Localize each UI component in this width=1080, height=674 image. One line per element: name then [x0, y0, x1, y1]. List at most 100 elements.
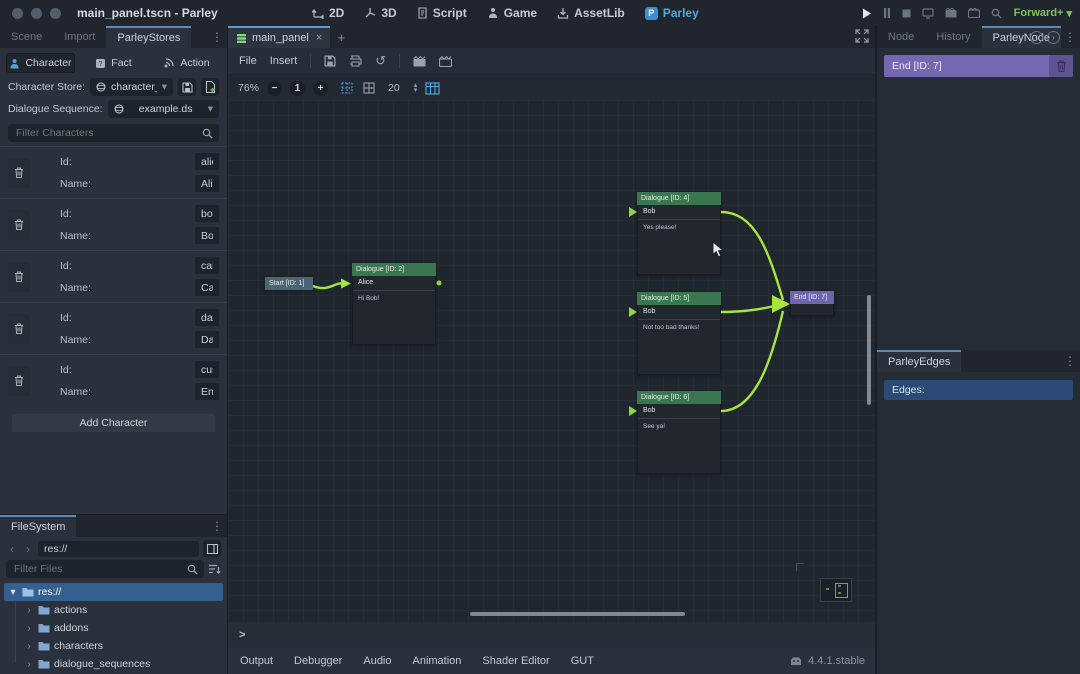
- bottom-panel-collapsed[interactable]: >: [228, 622, 875, 648]
- character-id-input[interactable]: [195, 257, 219, 274]
- vertical-scrollbar-thumb[interactable]: [867, 295, 871, 405]
- bottom-tab-animation[interactable]: Animation: [413, 655, 462, 667]
- remote-debug-icon[interactable]: [922, 8, 934, 19]
- character-name-input[interactable]: [195, 279, 219, 296]
- tab-filesystem[interactable]: FileSystem: [0, 515, 76, 537]
- workspace-tab-3d[interactable]: 3D: [364, 6, 396, 20]
- new-tab-button[interactable]: +: [330, 26, 352, 48]
- graph-node-dialogue-2[interactable]: Dialogue [ID: 2] Alice Hi Bob!: [352, 263, 436, 345]
- chevron-right-icon[interactable]: ›: [24, 605, 34, 616]
- character-id-input[interactable]: [195, 361, 219, 378]
- tree-item-root[interactable]: ▾ res://: [4, 583, 223, 601]
- refresh-button[interactable]: ↺: [375, 55, 386, 67]
- tree-item-addons[interactable]: › addons: [0, 619, 227, 637]
- dock-menu-icon[interactable]: ⋮: [1064, 30, 1076, 44]
- bottom-tab-gut[interactable]: GUT: [571, 655, 594, 667]
- graph-node-end[interactable]: End [ID: 7]: [790, 291, 834, 316]
- test-dialogue-button[interactable]: [413, 56, 426, 67]
- horizontal-scrollbar-thumb[interactable]: [470, 612, 685, 616]
- character-id-input[interactable]: [195, 309, 219, 326]
- character-name-input[interactable]: [195, 175, 219, 192]
- delete-character-button[interactable]: [8, 366, 30, 396]
- bottom-tab-output[interactable]: Output: [240, 655, 273, 667]
- filter-files-input[interactable]: [12, 562, 187, 576]
- store-tab-fact[interactable]: ? Fact: [79, 53, 148, 73]
- scene-tab-main-panel[interactable]: main_panel ×: [228, 26, 330, 48]
- graph-node-dialogue-6[interactable]: Dialogue [ID: 6] Bob See ya!: [637, 391, 721, 474]
- chevron-down-icon[interactable]: ▾: [8, 587, 18, 598]
- filter-characters-input[interactable]: [14, 126, 202, 140]
- spinner-down-icon[interactable]: ▾: [414, 88, 418, 93]
- renderer-dropdown[interactable]: Forward+ ▾: [1014, 0, 1072, 26]
- movie-writer-icon[interactable]: [968, 8, 980, 18]
- zoom-in-button[interactable]: +: [313, 81, 328, 96]
- stop-button[interactable]: [902, 9, 911, 18]
- zoom-reset-button[interactable]: 1: [290, 81, 305, 96]
- selected-node-header[interactable]: End [ID: 7]: [884, 55, 1073, 77]
- tab-import[interactable]: Import: [53, 26, 106, 48]
- dock-menu-icon[interactable]: ⋮: [1064, 350, 1076, 372]
- chevron-right-icon[interactable]: ›: [24, 623, 34, 634]
- graph-node-start[interactable]: Start [ID: 1]: [265, 277, 313, 290]
- character-id-input[interactable]: [195, 205, 219, 222]
- path-input[interactable]: [38, 541, 199, 557]
- window-minimize-button[interactable]: [31, 8, 42, 19]
- inspector-forward-icon[interactable]: ›: [1047, 31, 1060, 44]
- history-forward-button[interactable]: ›: [22, 542, 34, 556]
- bottom-tab-audio[interactable]: Audio: [363, 655, 391, 667]
- new-store-button[interactable]: [201, 78, 219, 96]
- bottom-tab-shader-editor[interactable]: Shader Editor: [482, 655, 549, 667]
- inspector-back-icon[interactable]: ‹: [1030, 31, 1043, 44]
- bottom-tab-debugger[interactable]: Debugger: [294, 655, 342, 667]
- snap-grid-icon[interactable]: [340, 81, 354, 95]
- character-id-input[interactable]: [195, 153, 219, 170]
- close-icon[interactable]: ×: [316, 32, 322, 44]
- expand-bottom-panel-icon[interactable]: >: [239, 629, 245, 641]
- tree-item-dialogue-sequences[interactable]: › dialogue_sequences: [0, 655, 227, 673]
- tab-parleyedges[interactable]: ParleyEdges: [877, 350, 961, 372]
- workspace-tab-parley[interactable]: P Parley: [645, 6, 699, 20]
- grid-size-spinner[interactable]: ▴ ▾: [414, 83, 418, 93]
- dialogue-sequence-dropdown[interactable]: example.ds ▾: [108, 100, 219, 118]
- store-tab-character[interactable]: Character: [6, 53, 75, 73]
- graph-minimap[interactable]: [820, 578, 852, 602]
- tab-parleystores[interactable]: ParleyStores: [106, 26, 191, 48]
- delete-character-button[interactable]: [8, 262, 30, 292]
- graph-node-dialogue-5[interactable]: Dialogue [ID: 5] Bob Not too bad thanks!: [637, 292, 721, 375]
- workspace-tab-2d[interactable]: 2D: [312, 6, 344, 20]
- tree-item-actions[interactable]: › actions: [0, 601, 227, 619]
- window-zoom-button[interactable]: [50, 8, 61, 19]
- delete-node-button[interactable]: [1049, 55, 1073, 77]
- tab-scene[interactable]: Scene: [0, 26, 53, 48]
- delete-character-button[interactable]: [8, 158, 30, 188]
- profiler-magnifier-icon[interactable]: [991, 8, 1002, 19]
- delete-character-button[interactable]: [8, 314, 30, 344]
- workspace-tab-script[interactable]: Script: [417, 6, 467, 20]
- sort-icon[interactable]: [208, 563, 221, 575]
- save-button[interactable]: [324, 55, 336, 67]
- expand-panel-icon[interactable]: [855, 29, 869, 43]
- print-button[interactable]: [349, 55, 362, 67]
- dock-menu-icon[interactable]: ⋮: [211, 515, 223, 537]
- dock-menu-icon[interactable]: ⋮: [211, 26, 223, 48]
- menu-insert[interactable]: Insert: [270, 55, 298, 67]
- add-character-button[interactable]: Add Character: [12, 414, 215, 432]
- tab-history[interactable]: History: [925, 26, 981, 48]
- store-tab-action[interactable]: Action: [152, 53, 221, 73]
- play-button[interactable]: [862, 8, 872, 19]
- pause-button[interactable]: [883, 8, 891, 18]
- character-name-input[interactable]: [195, 227, 219, 244]
- save-store-button[interactable]: [178, 78, 196, 96]
- workspace-tab-game[interactable]: Game: [487, 6, 537, 20]
- grid-size-value[interactable]: 20: [388, 82, 400, 94]
- delete-character-button[interactable]: [8, 210, 30, 240]
- window-close-button[interactable]: [12, 8, 23, 19]
- graph-canvas[interactable]: Start [ID: 1] Dialogue [ID: 2] Alice Hi …: [228, 100, 875, 623]
- tree-item-characters[interactable]: › characters: [0, 637, 227, 655]
- split-view-button[interactable]: [203, 540, 221, 557]
- workspace-tab-assetlib[interactable]: AssetLib: [557, 6, 625, 20]
- test-from-node-button[interactable]: [439, 56, 452, 67]
- tab-node[interactable]: Node: [877, 26, 925, 48]
- history-back-button[interactable]: ‹: [6, 542, 18, 556]
- menu-file[interactable]: File: [239, 55, 257, 67]
